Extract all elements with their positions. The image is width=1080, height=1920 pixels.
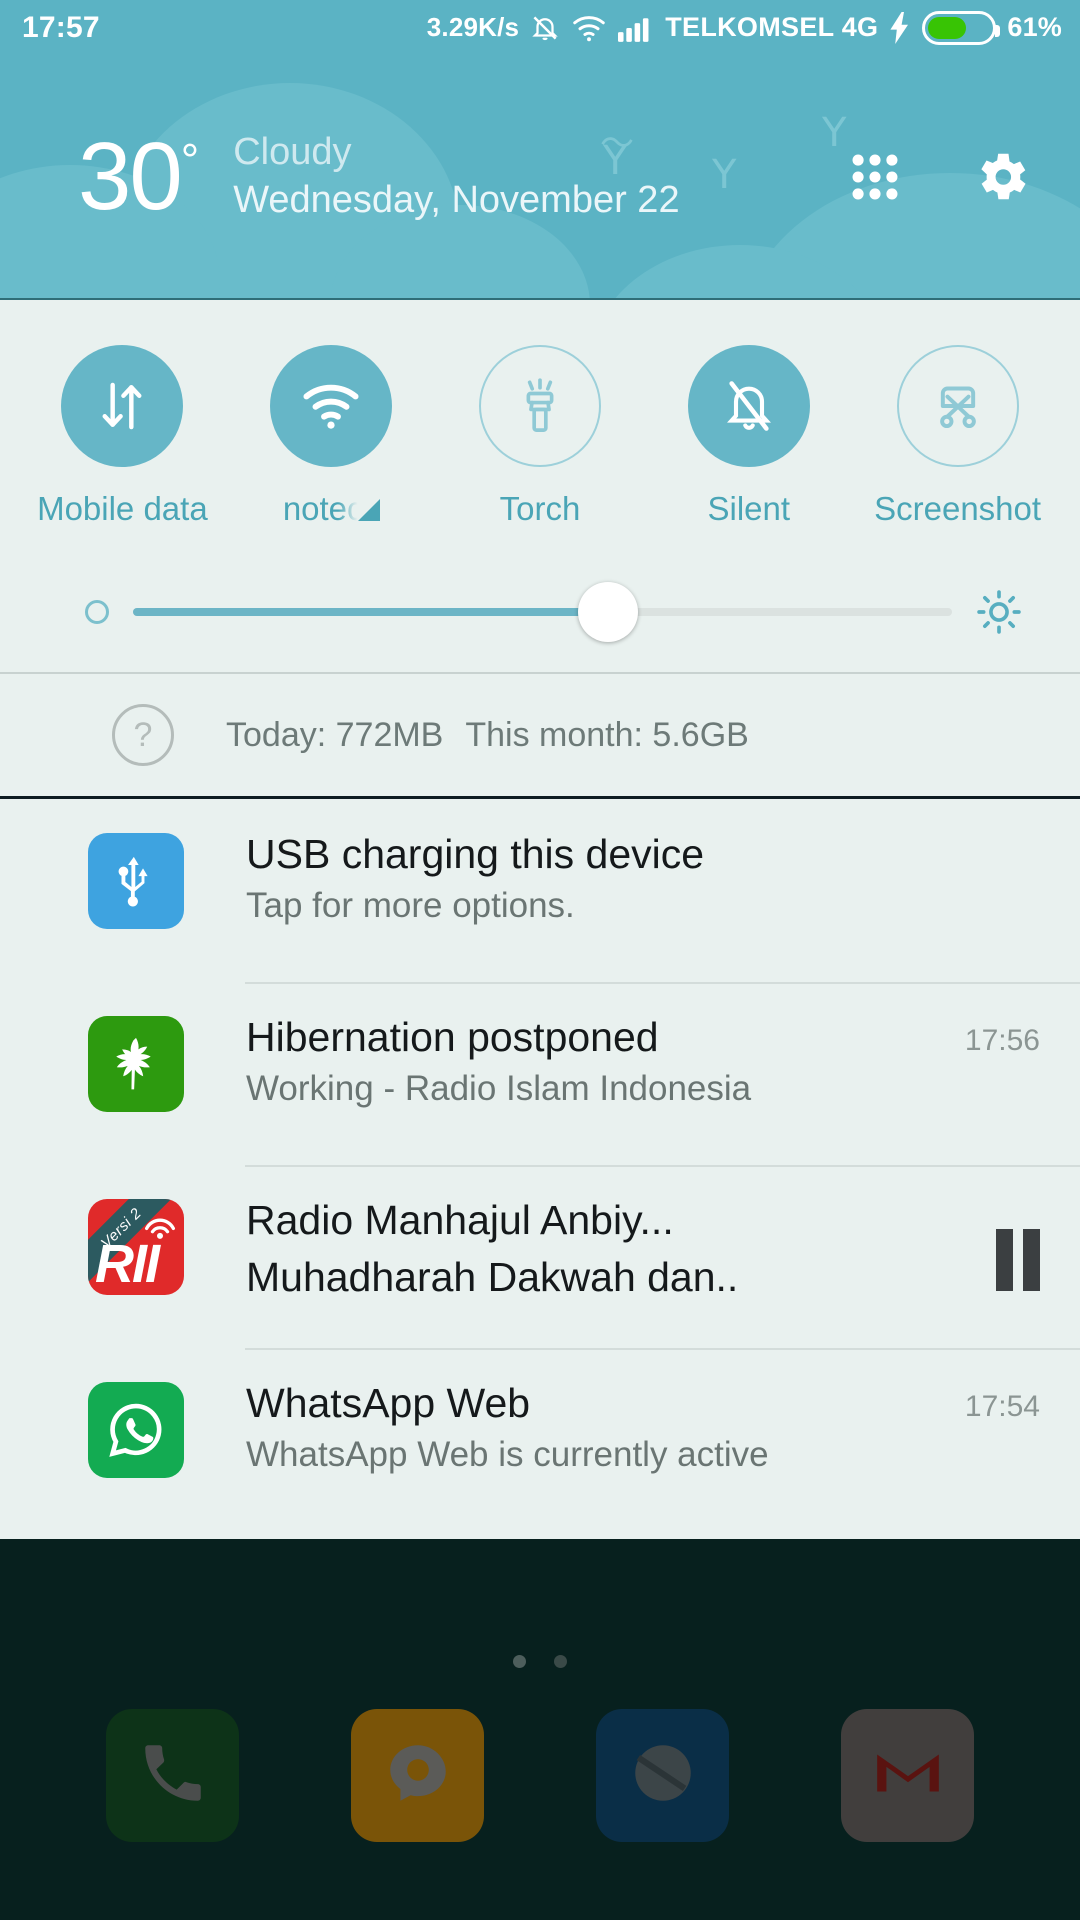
qs-tile-screenshot[interactable]: Screenshot <box>865 345 1051 528</box>
notification-title: Radio Manhajul Anbiy... <box>246 1197 674 1243</box>
status-clock: 17:57 <box>22 10 100 44</box>
message-bubble-icon <box>381 1736 455 1815</box>
network-speed-text: 3.29K/s <box>426 12 520 42</box>
question-mark-icon[interactable]: ? <box>112 704 174 766</box>
battery-percent-text: 61% <box>1007 12 1062 42</box>
wifi-icon <box>571 13 607 43</box>
battery-fill <box>928 16 967 39</box>
rii-wordmark: RII <box>95 1234 160 1294</box>
flashlight-icon <box>478 345 601 467</box>
data-usage-text: Today: 772MB This month: 5.6GB <box>226 716 749 755</box>
data-usage-today: Today: 772MB <box>226 715 444 754</box>
weather-condition: Cloudy <box>233 131 352 173</box>
phone-icon <box>136 1736 210 1815</box>
page-indicator <box>0 1655 1080 1668</box>
header-actions <box>846 146 1032 208</box>
qs-tile-wifi[interactable]: notec <box>238 345 424 528</box>
notification-body: Radio Manhajul Anbiy... Muhadharah Dakwa… <box>246 1193 976 1304</box>
quick-settings-tiles: Mobile data notec Torch Silent Screensho… <box>0 300 1080 528</box>
notification-item-usb[interactable]: USB charging this device Tap for more op… <box>0 799 1080 982</box>
notification-time: 17:56 <box>964 1024 1040 1057</box>
pause-icon-bar <box>996 1229 1013 1291</box>
app-grid-icon[interactable] <box>846 148 904 206</box>
browser-globe-icon <box>626 1736 700 1815</box>
notification-item-whatsapp[interactable]: WhatsApp Web WhatsApp Web is currently a… <box>0 1348 1080 1531</box>
temperature-value: 30 <box>78 122 183 230</box>
dock-app-browser[interactable] <box>596 1709 729 1842</box>
status-bar-right: 3.29K/s TELKOMSEL 4G 61% <box>426 10 1062 45</box>
brightness-slider-track[interactable] <box>133 582 952 642</box>
notification-text: Working - Radio Islam Indonesia <box>246 1069 752 1109</box>
notification-text: Muhadharah Dakwah dan.. <box>246 1254 739 1301</box>
notification-body: WhatsApp Web WhatsApp Web is currently a… <box>246 1376 945 1478</box>
scissors-crop-icon <box>896 345 1019 467</box>
page-dot[interactable] <box>554 1655 567 1668</box>
dock-app-messaging[interactable] <box>351 1709 484 1842</box>
brightness-low-icon <box>85 600 109 624</box>
rii-radio-icon: Versi 2 RII <box>88 1199 184 1295</box>
pause-button[interactable] <box>996 1193 1040 1291</box>
dock-app-phone[interactable] <box>106 1709 239 1842</box>
carrier-name: TELKOMSEL 4G <box>665 12 879 42</box>
qs-label-wifi: notec <box>282 490 364 527</box>
qs-tile-silent[interactable]: Silent <box>656 345 842 528</box>
lightning-bolt-icon <box>889 11 911 44</box>
brightness-high-sun-icon <box>976 589 1022 635</box>
dock-app-gmail[interactable] <box>841 1709 974 1842</box>
qs-label-mobile-data: Mobile data <box>37 490 208 527</box>
qs-label-silent: Silent <box>707 490 791 527</box>
data-usage-month: This month: 5.6GB <box>465 715 749 754</box>
temperature-reading: 30° <box>78 128 199 225</box>
notification-body: USB charging this device Tap for more op… <box>246 827 1040 929</box>
weather-text-block: Cloudy Wednesday, November 22 <box>233 129 679 224</box>
degree-symbol: ° <box>180 133 199 186</box>
notification-text: WhatsApp Web is currently active <box>246 1435 769 1475</box>
weather-date: Wednesday, November 22 <box>233 178 680 221</box>
qs-label-screenshot: Screenshot <box>874 490 1042 527</box>
quick-settings-panel: Mobile data notec Torch Silent Screensho… <box>0 298 1080 796</box>
notification-title: WhatsApp Web <box>246 1380 531 1426</box>
page-dot[interactable] <box>513 1655 526 1668</box>
notification-item-greenify[interactable]: Hibernation postponed Working - Radio Is… <box>0 982 1080 1165</box>
data-usage-row[interactable]: ? Today: 772MB This month: 5.6GB <box>0 674 1080 796</box>
notification-title: USB charging this device <box>246 831 705 877</box>
brightness-slider-fill <box>133 608 609 616</box>
signal-bars-icon <box>618 13 654 43</box>
wifi-icon <box>270 345 393 467</box>
brightness-slider-thumb[interactable] <box>578 582 639 642</box>
status-bar: 17:57 3.29K/s TELKOMSEL 4G 61% <box>0 0 1080 55</box>
qs-label-torch: Torch <box>499 490 581 527</box>
notification-title: Hibernation postponed <box>246 1014 659 1060</box>
usb-icon <box>88 833 184 929</box>
silent-bell-icon <box>530 12 560 44</box>
whatsapp-icon <box>88 1382 184 1478</box>
notification-item-radio[interactable]: Versi 2 RII Radio Manhajul Anbiy... Muha… <box>0 1165 1080 1348</box>
brightness-slider-row[interactable] <box>0 528 1080 658</box>
notification-text: Tap for more options. <box>246 886 575 926</box>
qs-tile-mobile-data[interactable]: Mobile data <box>29 345 215 528</box>
notification-time: 17:54 <box>964 1390 1040 1423</box>
weather-header[interactable]: 〜 Y Y Y 30° Cloudy Wednesday, November 2… <box>0 55 1080 298</box>
leaf-icon <box>88 1016 184 1112</box>
dock <box>0 1709 1080 1842</box>
battery-indicator <box>922 10 1001 45</box>
gear-icon[interactable] <box>970 146 1032 208</box>
notification-body: Hibernation postponed Working - Radio Is… <box>246 1010 945 1112</box>
gmail-envelope-icon <box>871 1736 945 1815</box>
pause-icon-bar <box>1023 1229 1040 1291</box>
notification-shade: 17:57 3.29K/s TELKOMSEL 4G 61% 〜 Y Y Y 3… <box>0 0 1080 1539</box>
qs-tile-torch[interactable]: Torch <box>447 345 633 528</box>
notification-list: USB charging this device Tap for more op… <box>0 796 1080 1539</box>
bell-slash-icon <box>687 345 810 467</box>
mobile-data-arrows-icon <box>61 345 184 467</box>
